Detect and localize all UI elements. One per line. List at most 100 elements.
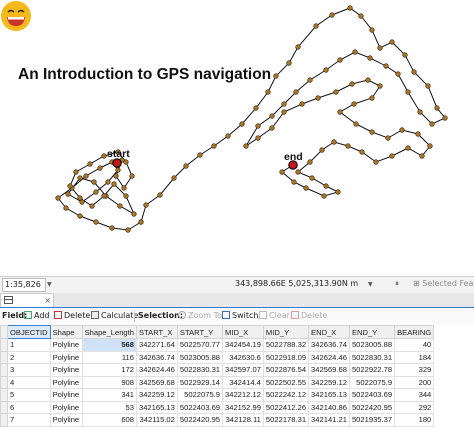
row-selector[interactable] — [0, 400, 8, 414]
table-cell[interactable]: 5022242.12 — [262, 388, 310, 402]
chevron-down-icon[interactable]: ▼ — [47, 281, 52, 288]
table-cell[interactable]: 5022929.14 — [176, 375, 224, 389]
delete-selection-button[interactable]: Delete — [291, 311, 327, 320]
table-cell[interactable]: 342569.68 — [308, 363, 350, 377]
column-header[interactable]: START_X — [135, 325, 178, 339]
column-header[interactable]: BEARING — [394, 325, 435, 339]
column-header[interactable]: MID_Y — [262, 325, 310, 339]
table-cell[interactable]: 172 — [81, 363, 137, 377]
table-cell[interactable]: 3 — [7, 363, 51, 377]
table-cell[interactable]: 342165.13 — [135, 400, 178, 414]
table-cell[interactable]: Polyline — [49, 350, 83, 364]
table-cell[interactable]: 5022788.32 — [262, 338, 310, 352]
column-header[interactable]: OBJECTID — [7, 325, 51, 339]
table-cell[interactable]: 342259.12 — [308, 375, 350, 389]
table-cell[interactable]: 5022420.95 — [348, 400, 396, 414]
table-cell[interactable]: 5022420.95 — [176, 413, 224, 427]
table-cell[interactable]: 116 — [81, 350, 137, 364]
table-cell[interactable]: 5022075.9 — [176, 388, 224, 402]
table-cell[interactable]: 5022918.09 — [262, 350, 310, 364]
table-cell[interactable]: 200 — [394, 375, 435, 389]
table-cell[interactable]: 342165.13 — [308, 388, 350, 402]
table-cell[interactable]: 342115.02 — [135, 413, 178, 427]
table-cell[interactable]: 184 — [394, 350, 435, 364]
calculate-field-button[interactable]: Calculate — [91, 311, 138, 320]
chevron-down-icon[interactable]: ▼ — [368, 281, 373, 288]
table-cell[interactable]: 5022178.31 — [262, 413, 310, 427]
zoom-to-button[interactable]: Zoom To — [178, 311, 222, 320]
tab-man-split[interactable]: man_split × — [0, 293, 54, 319]
attribute-table[interactable]: OBJECTID Shape Shape_Length START_X STAR… — [0, 325, 435, 427]
table-cell[interactable]: 7 — [7, 413, 51, 427]
column-header[interactable]: END_X — [308, 325, 350, 339]
table-cell[interactable]: 5022412.26 — [262, 400, 310, 414]
map-view[interactable]: An Introduction to GPS navigation start … — [0, 0, 474, 276]
row-selector[interactable] — [0, 350, 8, 364]
table-cell[interactable]: 908 — [81, 375, 137, 389]
table-cell[interactable]: 5023005.88 — [176, 350, 224, 364]
table-cell[interactable]: 342569.68 — [135, 375, 178, 389]
table-cell[interactable]: 5022830.31 — [176, 363, 224, 377]
close-icon[interactable]: × — [44, 294, 51, 308]
table-cell[interactable]: 5022075.9 — [348, 375, 396, 389]
table-cell[interactable]: 1 — [7, 338, 51, 352]
table-cell[interactable]: 342140.86 — [308, 400, 350, 414]
table-cell[interactable]: 40 — [394, 338, 435, 352]
table-cell[interactable]: 342152.99 — [222, 400, 264, 414]
table-row[interactable]: 6 Polyline 53 342165.13 5022403.69 34215… — [0, 400, 435, 414]
table-cell[interactable]: 608 — [81, 413, 137, 427]
table-cell[interactable]: 329 — [394, 363, 435, 377]
table-cell[interactable]: 5022922.78 — [348, 363, 396, 377]
table-cell[interactable]: Polyline — [49, 338, 83, 352]
column-header[interactable]: START_Y — [176, 325, 224, 339]
table-cell[interactable]: Polyline — [49, 375, 83, 389]
table-cell[interactable]: 4 — [7, 375, 51, 389]
table-cell[interactable]: 180 — [394, 413, 435, 427]
scale-input[interactable]: 1:35,826 — [2, 278, 46, 292]
table-cell[interactable]: 342454.19 — [222, 338, 264, 352]
table-row[interactable]: 1 Polyline 568 342271.64 5022570.77 3424… — [0, 338, 435, 352]
table-cell[interactable]: 5022570.77 — [176, 338, 224, 352]
row-selector[interactable] — [0, 388, 8, 402]
table-cell[interactable]: 342597.07 — [222, 363, 264, 377]
add-field-button[interactable]: Add — [24, 311, 50, 320]
table-cell[interactable]: 5022876.54 — [262, 363, 310, 377]
table-cell[interactable]: 2 — [7, 350, 51, 364]
table-cell[interactable]: 342624.46 — [308, 350, 350, 364]
table-cell[interactable]: 5021935.37 — [348, 413, 396, 427]
table-cell[interactable]: 5022502.55 — [262, 375, 310, 389]
table-cell[interactable]: Polyline — [49, 363, 83, 377]
row-selector-header[interactable] — [0, 325, 8, 339]
table-cell[interactable]: 342636.74 — [308, 338, 350, 352]
table-cell[interactable]: Polyline — [49, 388, 83, 402]
clear-selection-button[interactable]: Clear — [259, 311, 290, 320]
column-header[interactable]: Shape_Length — [81, 325, 137, 339]
table-cell[interactable]: 6 — [7, 400, 51, 414]
table-cell[interactable]: Polyline — [49, 413, 83, 427]
table-cell[interactable]: 342128.11 — [222, 413, 264, 427]
column-header[interactable]: Shape — [49, 325, 83, 339]
table-cell[interactable]: 568 — [81, 338, 137, 352]
delete-field-button[interactable]: Delete — [54, 311, 90, 320]
table-cell[interactable]: 342636.74 — [135, 350, 178, 364]
table-row[interactable]: 2 Polyline 116 342636.74 5023005.88 3426… — [0, 350, 435, 364]
table-row[interactable]: 5 Polyline 341 342259.12 5022075.9 34221… — [0, 388, 435, 402]
table-cell[interactable]: 344 — [394, 388, 435, 402]
table-cell[interactable]: 53 — [81, 400, 137, 414]
table-row[interactable]: 3 Polyline 172 342624.46 5022830.31 3425… — [0, 363, 435, 377]
table-cell[interactable]: 342624.46 — [135, 363, 178, 377]
table-cell[interactable]: 342259.12 — [135, 388, 178, 402]
table-cell[interactable]: 5 — [7, 388, 51, 402]
column-header[interactable]: MID_X — [222, 325, 264, 339]
row-selector[interactable] — [0, 375, 8, 389]
table-cell[interactable]: 342271.64 — [135, 338, 178, 352]
table-cell[interactable]: 342212.12 — [222, 388, 264, 402]
pause-drawing-icon[interactable]: ⏸ — [395, 279, 399, 289]
table-cell[interactable]: 342141.21 — [308, 413, 350, 427]
row-selector[interactable] — [0, 363, 8, 377]
table-cell[interactable]: Polyline — [49, 400, 83, 414]
table-cell[interactable]: 5022403.69 — [176, 400, 224, 414]
table-cell[interactable]: 5023005.88 — [348, 338, 396, 352]
table-cell[interactable]: 5022403.69 — [348, 388, 396, 402]
row-selector[interactable] — [0, 338, 8, 352]
